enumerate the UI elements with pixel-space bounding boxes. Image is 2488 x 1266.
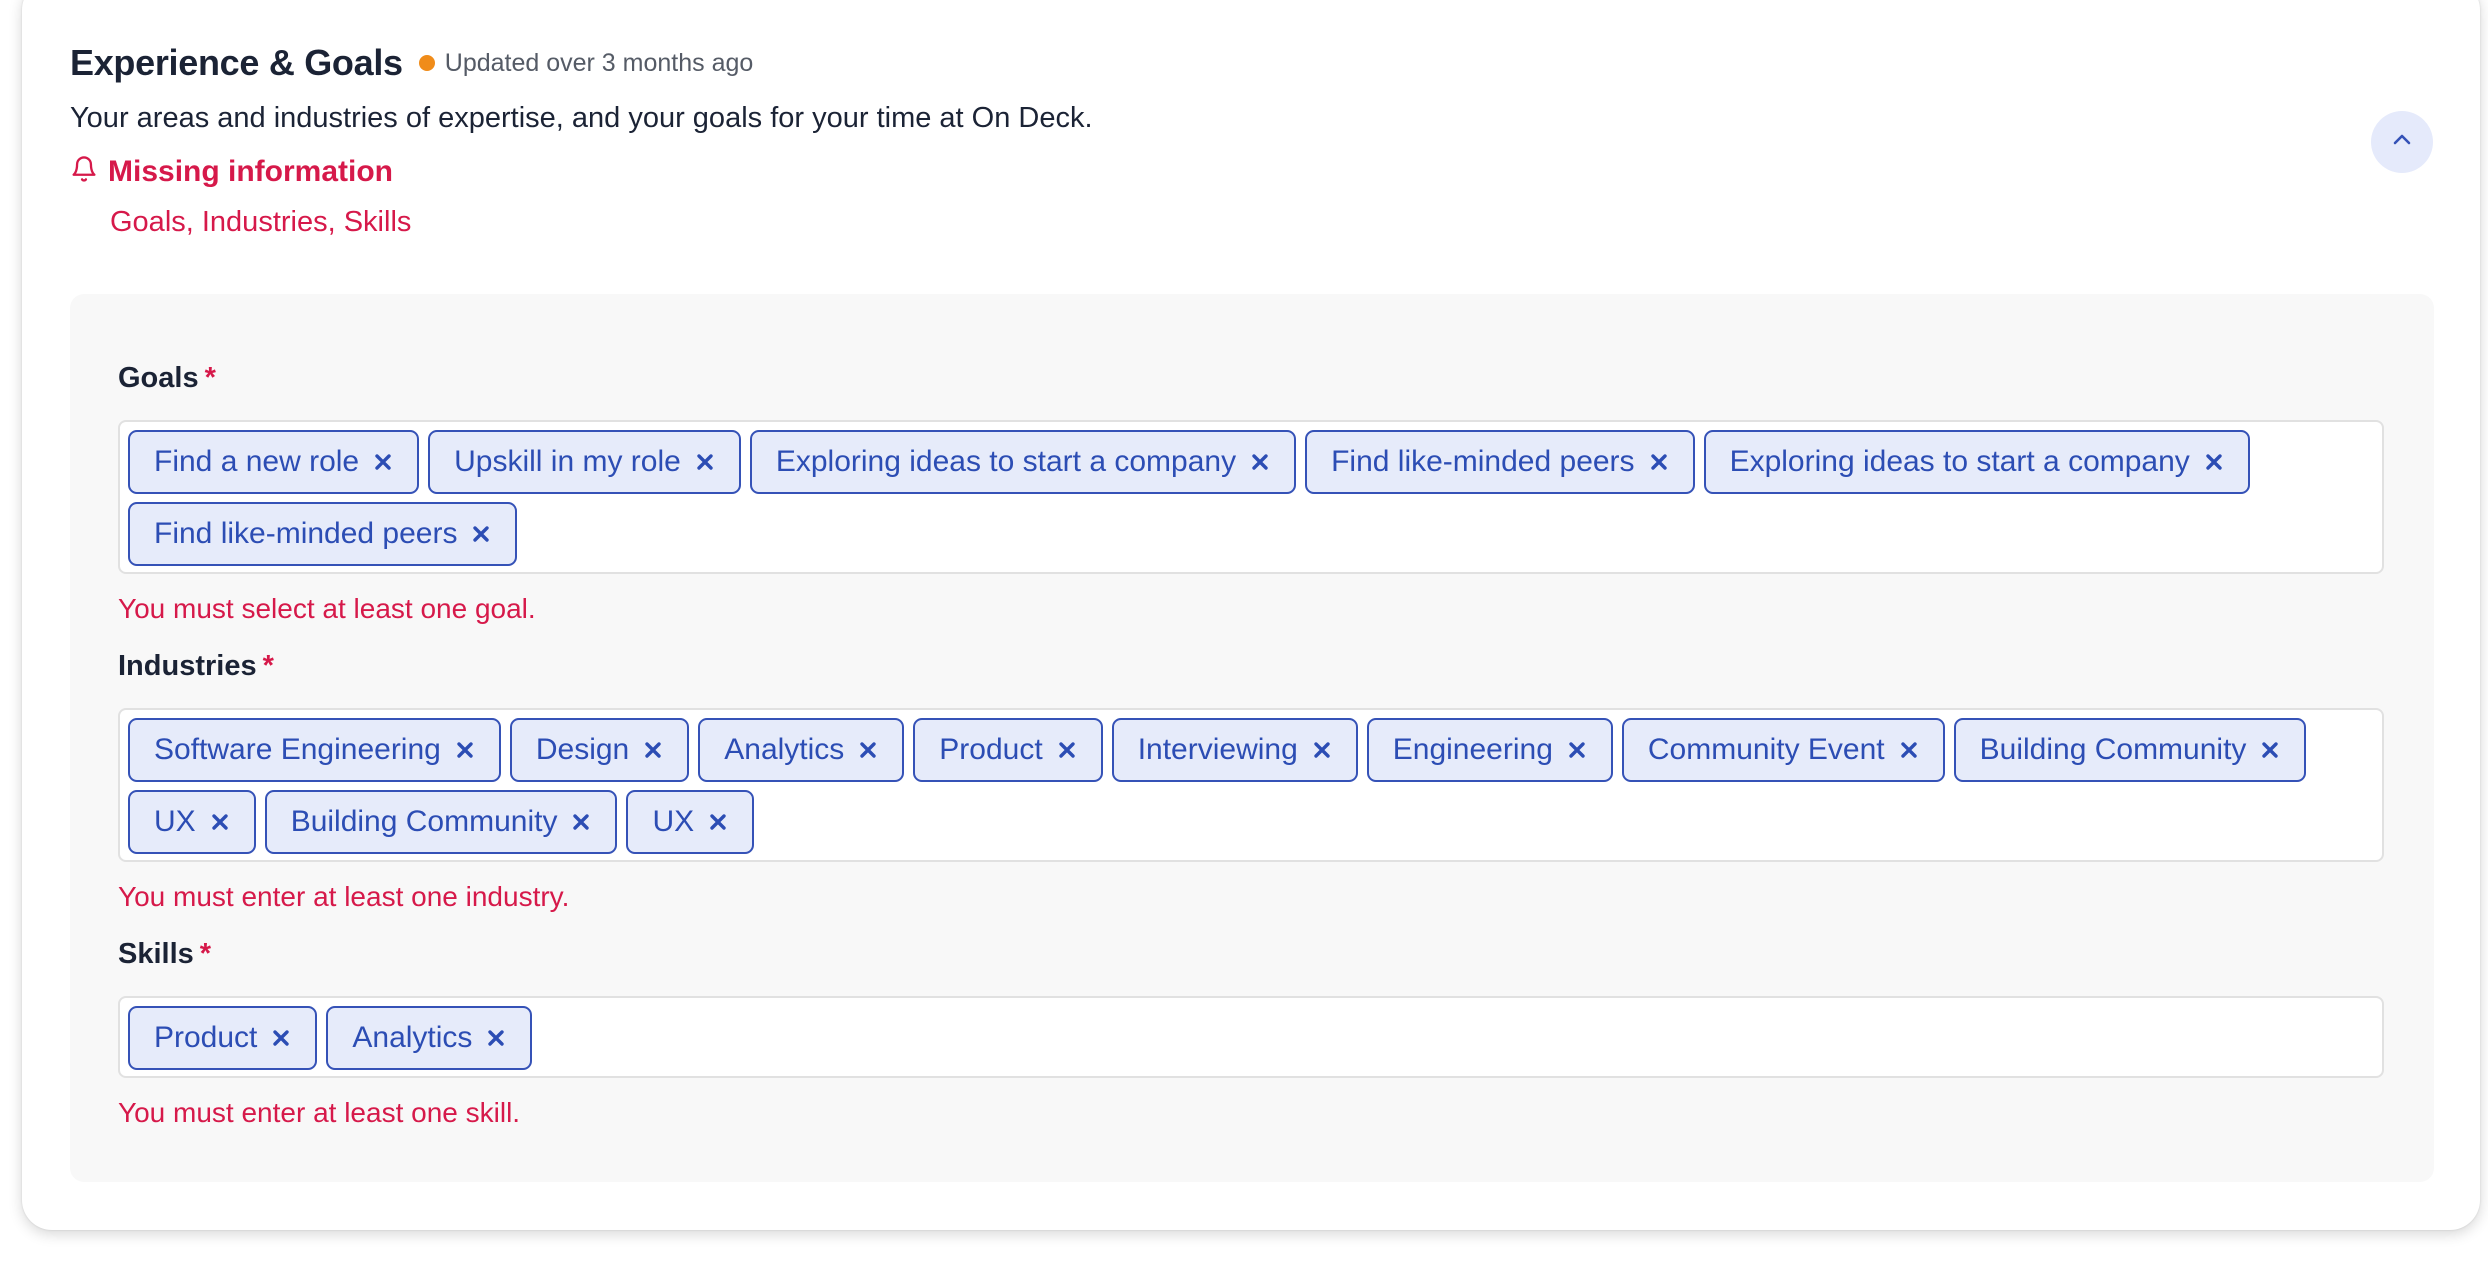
industries-error: You must enter at least one industry. [118, 881, 570, 912]
tag-label: Exploring ideas to start a company [1729, 445, 2190, 478]
remove-tag-icon[interactable] [643, 740, 663, 760]
goals-error: You must select at least one goal. [118, 593, 536, 624]
remove-tag-icon[interactable] [271, 1028, 291, 1048]
skills-tag: Product [128, 1006, 318, 1070]
missing-info-alert: Missing information [70, 154, 393, 189]
tag-label: Software Engineering [154, 733, 441, 766]
section-title: Experience & Goals [70, 42, 403, 83]
industries-label: Industries * [118, 650, 274, 683]
skills-tag: Analytics [326, 1006, 533, 1070]
tag-label: Building Community [1979, 733, 2247, 766]
remove-tag-icon[interactable] [1250, 452, 1270, 472]
tag-label: Exploring ideas to start a company [775, 445, 1237, 478]
tag-label: Upskill in my role [454, 445, 681, 478]
required-mark: * [262, 650, 274, 682]
remove-tag-icon[interactable] [486, 1028, 506, 1048]
industries-tag: UX [128, 790, 256, 854]
remove-tag-icon[interactable] [210, 812, 230, 832]
tag-label: Design [535, 733, 630, 766]
remove-tag-icon[interactable] [708, 812, 728, 832]
remove-tag-icon[interactable] [1899, 740, 1919, 760]
goals-tag: Find a new role [128, 430, 420, 494]
tag-label: Analytics [724, 733, 845, 766]
goals-tag: Upskill in my role [428, 430, 741, 494]
goals-label: Goals * [118, 362, 216, 395]
tag-label: Find like-minded peers [154, 517, 458, 550]
tag-label: Building Community [290, 805, 558, 838]
collapse-button[interactable] [2371, 111, 2433, 173]
industries-tag: Community Event [1621, 718, 1945, 782]
tag-label: Engineering [1392, 733, 1553, 766]
tag-label: Find a new role [154, 445, 360, 478]
remove-tag-icon[interactable] [571, 812, 591, 832]
goals-tag: Find like-minded peers [1305, 430, 1695, 494]
goals-label-text: Goals [118, 362, 199, 394]
tag-label: Analytics [352, 1021, 473, 1054]
goals-tag: Exploring ideas to start a company [749, 430, 1297, 494]
required-mark: * [204, 362, 216, 394]
tag-label: Community Event [1647, 733, 1885, 766]
remove-tag-icon[interactable] [2204, 452, 2224, 472]
remove-tag-icon[interactable] [373, 452, 393, 472]
skills-input[interactable]: Product Analytics [118, 996, 2384, 1078]
skills-label: Skills * [118, 938, 211, 971]
tag-label: UX [154, 805, 196, 838]
industries-tag: Product [913, 718, 1103, 782]
goals-input[interactable]: Find a new role Upskill in my role Explori… [118, 420, 2384, 574]
missing-info-title: Missing information [108, 154, 393, 188]
status-dot [418, 55, 435, 71]
industries-tag: UX [626, 790, 755, 854]
tag-label: Find like-minded peers [1331, 445, 1635, 478]
remove-tag-icon[interactable] [858, 740, 878, 760]
industries-tag: Design [509, 718, 690, 782]
industries-tag: Building Community [264, 790, 618, 854]
section-description: Your areas and industries of expertise, … [70, 102, 1093, 134]
missing-info-list: Goals, Industries, Skills [110, 206, 412, 238]
industries-tag: Analytics [698, 718, 905, 782]
industries-tag: Engineering [1366, 718, 1613, 782]
tag-label: Product [939, 733, 1043, 766]
required-mark: * [199, 938, 212, 970]
goals-tag: Exploring ideas to start a company [1703, 430, 2250, 494]
remove-tag-icon[interactable] [455, 740, 475, 760]
industries-tag: Building Community [1953, 718, 2307, 782]
industries-input[interactable]: Software Engineering Design Analytics Produ… [118, 708, 2384, 862]
tag-label: Product [154, 1021, 258, 1054]
section-header: Experience & Goals Updated over 3 months… [70, 42, 753, 84]
skills-error: You must enter at least one skill. [118, 1097, 521, 1128]
industries-tag: Software Engineering [128, 718, 501, 782]
tag-label: Interviewing [1137, 733, 1298, 766]
remove-tag-icon[interactable] [471, 524, 491, 544]
remove-tag-icon[interactable] [1312, 740, 1332, 760]
industries-tag: Interviewing [1111, 718, 1358, 782]
bell-icon [70, 154, 108, 189]
updated-timestamp: Updated over 3 months ago [444, 48, 754, 77]
industries-label-text: Industries [118, 650, 257, 682]
goals-tag: Find like-minded peers [128, 502, 518, 566]
remove-tag-icon[interactable] [695, 452, 715, 472]
remove-tag-icon[interactable] [2260, 740, 2280, 760]
remove-tag-icon[interactable] [1057, 740, 1077, 760]
skills-label-text: Skills [118, 938, 194, 970]
chevron-up-icon [2390, 132, 2414, 153]
tag-label: UX [652, 805, 695, 838]
remove-tag-icon[interactable] [1649, 452, 1669, 472]
remove-tag-icon[interactable] [1567, 740, 1587, 760]
